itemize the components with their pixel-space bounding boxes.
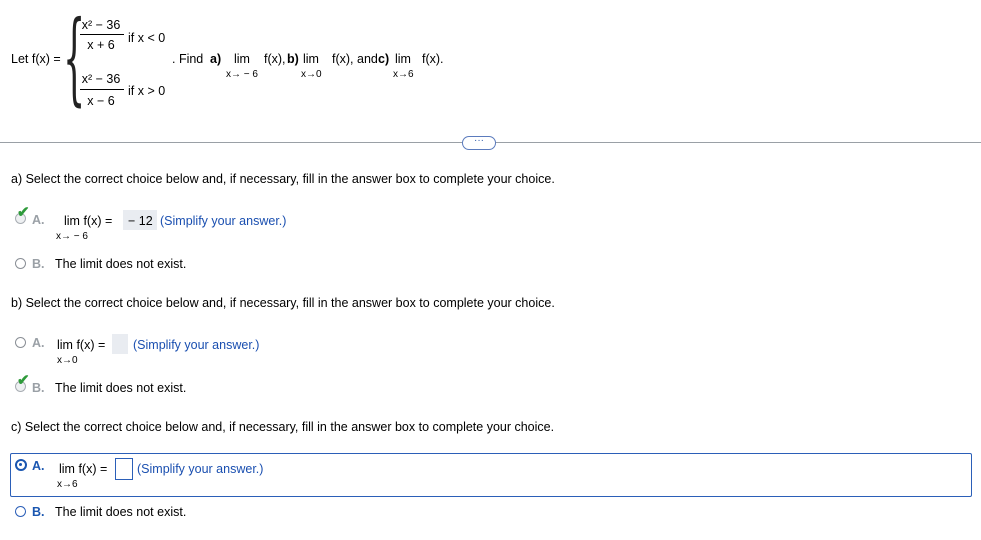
qb-choice-a-subscript: x→0: [57, 355, 78, 366]
qc-simplify-hint: (Simplify your answer.): [137, 462, 264, 476]
piece1-fraction-bar: [80, 34, 124, 35]
qa-simplify-hint: (Simplify your answer.): [160, 214, 287, 228]
qc-choice-a-lim: lim f(x) =: [59, 462, 108, 476]
piece2-denominator: x − 6: [87, 94, 115, 108]
part-c-label: c): [378, 52, 390, 66]
more-options-button[interactable]: ···: [462, 136, 496, 150]
lim-c-subscript: x→6: [393, 69, 414, 80]
qc-answer-input[interactable]: [115, 458, 133, 480]
lim-a-subscript: x→ − 6: [226, 69, 258, 80]
qa-answer-value: − 12: [128, 214, 153, 228]
qc-choice-a-radio[interactable]: [15, 459, 27, 471]
question-c-prompt: c) Select the correct choice below and, …: [11, 420, 555, 434]
let-label: Let f(x) =: [11, 52, 61, 66]
question-a-prompt: a) Select the correct choice below and, …: [11, 172, 555, 186]
qa-correct-check-icon: ✔: [17, 204, 30, 221]
lim-c-fx: f(x).: [422, 52, 444, 66]
qc-choice-a-subscript: x→6: [57, 479, 78, 490]
qb-correct-check-icon: ✔: [17, 372, 30, 389]
qb-choice-a-lim: lim f(x) =: [57, 338, 106, 352]
qa-choice-a-lim: lim f(x) =: [64, 214, 113, 228]
piece1-condition: if x < 0: [128, 31, 166, 45]
lim-a: lim: [234, 52, 250, 66]
qc-choice-b-radio[interactable]: [15, 506, 26, 517]
qb-choice-b-text: The limit does not exist.: [55, 381, 187, 395]
qb-answer-box[interactable]: [112, 334, 128, 354]
lim-b: lim: [303, 52, 319, 66]
qa-choice-b-text: The limit does not exist.: [55, 257, 187, 271]
piece1-numerator: x² − 36: [81, 18, 121, 32]
qb-choice-a-letter: A.: [32, 336, 45, 350]
part-b-label: b): [287, 52, 299, 66]
qa-choice-b-letter: B.: [32, 257, 45, 271]
qb-simplify-hint: (Simplify your answer.): [133, 338, 260, 352]
question-b-prompt: b) Select the correct choice below and, …: [11, 296, 555, 310]
piece2-condition: if x > 0: [128, 84, 166, 98]
qa-choice-b-radio[interactable]: [15, 258, 26, 269]
qa-choice-a-subscript: x→ − 6: [56, 231, 88, 242]
qb-choice-a-radio[interactable]: [15, 337, 26, 348]
qa-choice-a-letter: A.: [32, 213, 45, 227]
qc-choice-b-letter: B.: [32, 505, 45, 519]
lim-c: lim: [395, 52, 411, 66]
lim-b-fx: f(x), and: [332, 52, 378, 66]
piece1-denominator: x + 6: [87, 38, 115, 52]
lim-a-fx: f(x),: [264, 52, 286, 66]
qc-choice-b-text: The limit does not exist.: [55, 505, 187, 519]
qc-choice-a-letter: A.: [32, 459, 45, 473]
part-a-label: a): [210, 52, 222, 66]
piece2-fraction-bar: [80, 89, 124, 90]
qb-choice-b-letter: B.: [32, 381, 45, 395]
piece2-numerator: x² − 36: [81, 72, 121, 86]
find-text: . Find: [172, 52, 204, 66]
lim-b-subscript: x→0: [301, 69, 322, 80]
